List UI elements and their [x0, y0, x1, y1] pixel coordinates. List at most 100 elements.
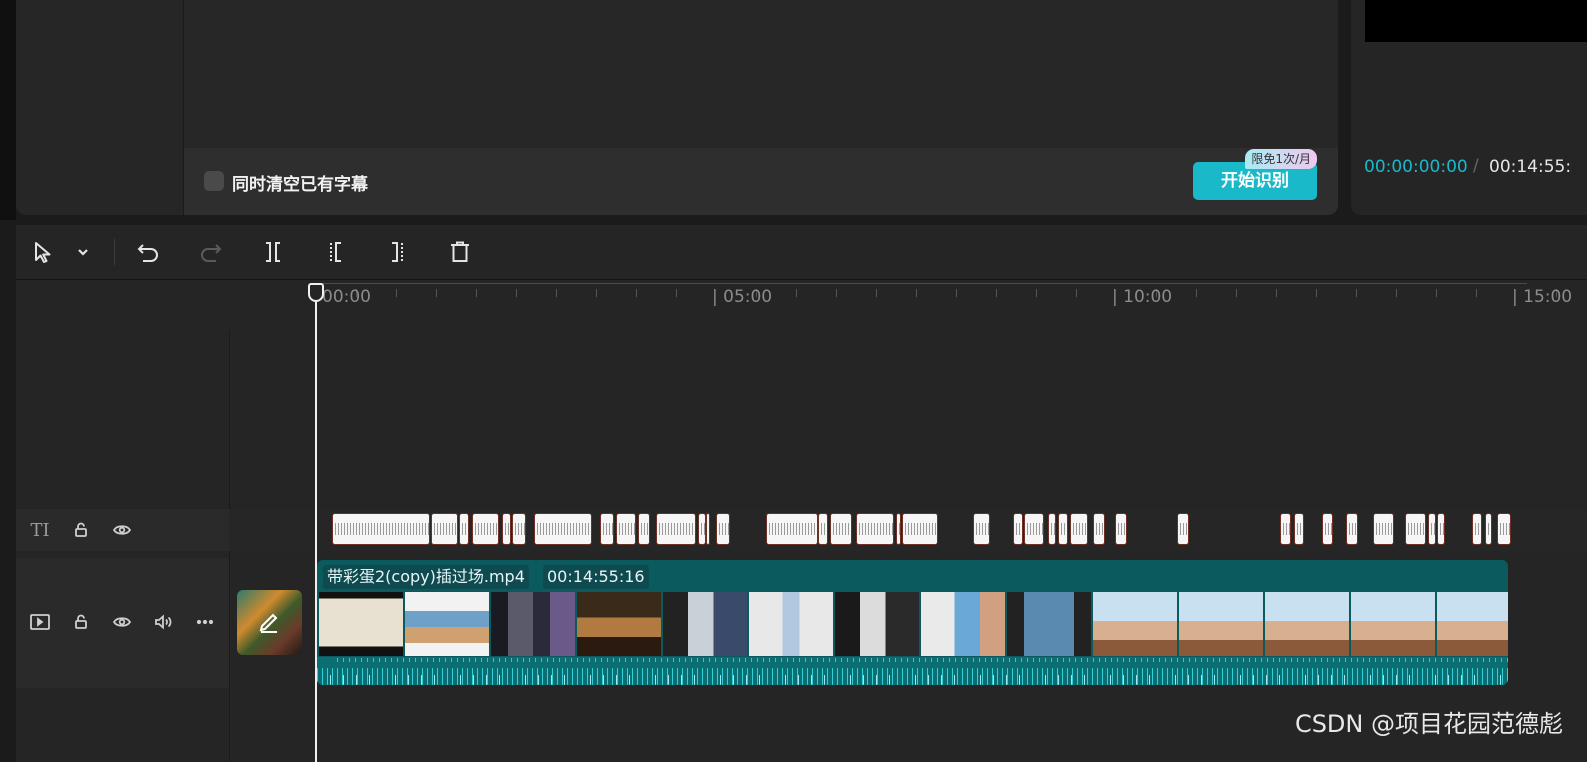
ruler-tick	[596, 289, 597, 297]
ruler-tick	[1236, 289, 1237, 297]
ruler-tick	[516, 289, 517, 297]
subtitle-recognition-panel: 同时清空已有字幕 开始识别 限免1次/月	[16, 0, 1338, 215]
ruler-label-15min: | 15:00	[1512, 287, 1573, 307]
ruler-tick	[1356, 289, 1357, 297]
volume-icon[interactable]	[152, 610, 176, 634]
current-time: 00:00:00:00	[1364, 157, 1468, 177]
clear-existing-subtitles-label[interactable]: 同时清空已有字幕	[232, 170, 368, 195]
trim-right-icon[interactable]	[383, 237, 413, 267]
clip-frame	[663, 592, 747, 656]
split-icon[interactable]	[258, 237, 288, 267]
undo-icon[interactable]	[133, 237, 163, 267]
subtitle-clip[interactable]	[459, 513, 469, 545]
subtitle-clip[interactable]	[1472, 513, 1482, 545]
subtitle-clip[interactable]	[534, 513, 592, 545]
subtitle-clip[interactable]	[502, 513, 511, 545]
ruler-tick	[1396, 289, 1397, 297]
ruler-tick	[1196, 289, 1197, 297]
ruler-tick	[636, 289, 637, 297]
subtitle-panel-sidebar	[16, 0, 184, 215]
ruler-label-0: 00:00	[322, 287, 371, 307]
subtitle-clip[interactable]	[332, 513, 430, 545]
ruler-label-10min: | 10:00	[1112, 287, 1173, 307]
subtitle-clip[interactable]	[706, 513, 710, 545]
player-video-area[interactable]	[1365, 0, 1587, 42]
chevron-down-icon[interactable]	[68, 237, 98, 267]
clip-frame	[1093, 592, 1177, 656]
subtitle-clip[interactable]	[973, 513, 990, 545]
subtitle-clip[interactable]	[1115, 513, 1127, 545]
subtitle-panel-footer: 同时清空已有字幕 开始识别 限免1次/月	[184, 148, 1338, 215]
subtitle-clip[interactable]	[1405, 513, 1426, 545]
subtitle-clip[interactable]	[1428, 513, 1436, 545]
lock-icon[interactable]	[69, 610, 93, 634]
time-separator: /	[1473, 156, 1479, 176]
video-track-header	[16, 558, 229, 688]
ruler-tick	[1076, 289, 1077, 297]
subtitle-clip[interactable]	[818, 513, 828, 545]
subtitle-clip[interactable]	[1024, 513, 1044, 545]
subtitle-clip[interactable]	[1058, 513, 1068, 545]
subtitle-clip[interactable]	[1013, 513, 1023, 545]
subtitle-clip[interactable]	[1280, 513, 1291, 545]
subtitle-clip[interactable]	[716, 513, 730, 545]
left-edge	[0, 0, 16, 220]
clip-duration: 00:14:55:16	[543, 565, 649, 589]
subtitle-clip[interactable]	[1070, 513, 1088, 545]
eye-icon[interactable]	[110, 518, 134, 542]
subtitle-clip[interactable]	[472, 513, 499, 545]
subtitle-clip[interactable]	[656, 513, 696, 545]
clear-existing-subtitles-checkbox[interactable]	[204, 171, 224, 191]
subtitle-clip[interactable]	[1177, 513, 1189, 545]
subtitle-clip[interactable]	[902, 513, 938, 545]
trim-left-icon[interactable]	[321, 237, 351, 267]
playhead-line[interactable]	[315, 297, 317, 762]
ruler-tick	[1316, 289, 1317, 297]
ruler-tick	[956, 289, 957, 297]
subtitle-clip[interactable]	[1437, 513, 1445, 545]
subtitle-clip[interactable]	[896, 513, 901, 545]
ruler-tick	[436, 289, 437, 297]
eye-icon[interactable]	[110, 610, 134, 634]
timeline-ruler[interactable]: 00:00 | 05:00 | 10:00 | 15:00	[16, 280, 1587, 312]
select-arrow-icon[interactable]	[28, 237, 58, 267]
lock-icon[interactable]	[69, 518, 93, 542]
redo-icon[interactable]	[196, 237, 226, 267]
video-track-icon	[28, 610, 52, 634]
subtitle-clip[interactable]	[1346, 513, 1358, 545]
clip-frame	[1179, 592, 1263, 656]
text-track-icon: TI	[30, 519, 50, 541]
subtitle-clip[interactable]	[1322, 513, 1333, 545]
playhead-handle[interactable]	[308, 283, 324, 302]
ruler-tick	[796, 289, 797, 297]
ruler-tick	[1476, 289, 1477, 297]
edit-pencil-icon[interactable]	[257, 610, 281, 634]
subtitle-clip[interactable]	[1048, 513, 1056, 545]
subtitle-clip[interactable]	[512, 513, 526, 545]
subtitle-clip[interactable]	[830, 513, 852, 545]
subtitle-clip[interactable]	[1294, 513, 1304, 545]
subtitle-clip[interactable]	[1093, 513, 1105, 545]
player-panel: 00:00:00:00 / 00:14:55:	[1351, 0, 1587, 215]
cover-thumbnail[interactable]	[237, 590, 302, 655]
subtitle-clip[interactable]	[431, 513, 458, 545]
ruler-tick	[996, 289, 997, 297]
more-options-icon[interactable]	[193, 610, 217, 634]
video-clip[interactable]: 带彩蛋2(copy)插过场.mp4 00:14:55:16	[317, 560, 1508, 685]
ruler-tick	[1436, 289, 1437, 297]
subtitle-clip[interactable]	[600, 513, 614, 545]
clip-frame	[491, 592, 575, 656]
delete-icon[interactable]	[445, 237, 475, 267]
subtitle-clip[interactable]	[1497, 513, 1511, 545]
text-track-header: TI	[16, 509, 229, 551]
subtitle-clip[interactable]	[638, 513, 650, 545]
clip-frame	[319, 592, 403, 656]
subtitle-clip[interactable]	[1373, 513, 1394, 545]
subtitle-clip[interactable]	[698, 513, 706, 545]
subtitle-clip[interactable]	[616, 513, 636, 545]
clip-frame	[835, 592, 919, 656]
subtitle-clip[interactable]	[766, 513, 818, 545]
subtitle-clip[interactable]	[1485, 513, 1492, 545]
clip-frame	[577, 592, 661, 656]
subtitle-clip[interactable]	[856, 513, 894, 545]
